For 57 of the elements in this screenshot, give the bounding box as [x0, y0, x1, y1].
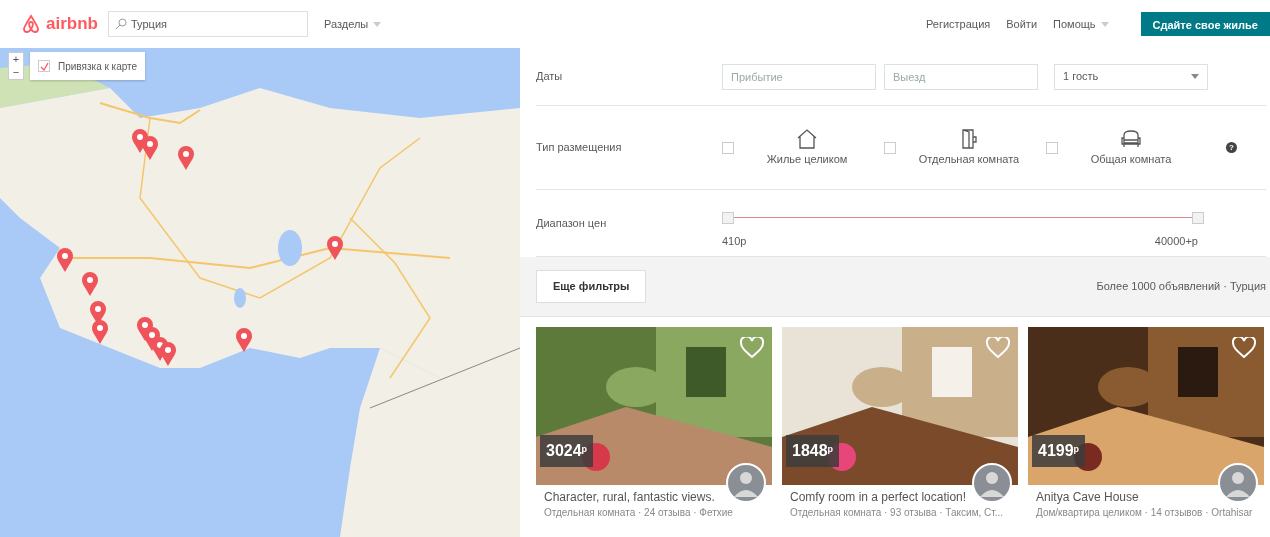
room-type-checkbox[interactable] [884, 141, 896, 154]
room-type-checkbox[interactable] [722, 141, 734, 154]
map-pin-icon[interactable] [327, 236, 343, 260]
listing-title[interactable]: Anitya Cave House [1036, 490, 1264, 505]
map-pin-icon[interactable] [178, 146, 194, 170]
listing-title[interactable]: Comfy room in a perfect location! [790, 490, 1018, 505]
room-type-label: Тип размещения [536, 140, 623, 156]
caret-icon [373, 22, 382, 28]
slider-thumb[interactable] [1192, 211, 1204, 224]
map-pin-icon[interactable] [236, 328, 252, 352]
guests-select[interactable]: 1 гость [1054, 63, 1208, 90]
dates-label: Даты [536, 69, 564, 85]
login-link[interactable]: Войти [1006, 15, 1038, 33]
min-price: 410р [722, 233, 747, 249]
max-price: 40000+р [1154, 233, 1198, 249]
checkin-field[interactable]: Прибытие [722, 63, 876, 90]
help-icon[interactable]: ? [1226, 142, 1237, 153]
room-type-label: Общая комната [1090, 152, 1172, 168]
register-link[interactable]: Регистрация [925, 15, 991, 33]
price-tag: 3024$^{р}$ [540, 435, 594, 467]
room-type-label: Жилье целиком [766, 152, 848, 168]
heart-icon[interactable] [1232, 337, 1256, 359]
room-type-label: Отдельная комната [918, 152, 1020, 168]
listing-title[interactable]: Character, rural, fantastic views. [544, 490, 772, 505]
caret-icon [1100, 22, 1109, 28]
logo-icon [20, 13, 42, 35]
avatar[interactable] [1218, 463, 1258, 503]
results-count: Более 1000 объявлений · Турция [1096, 279, 1266, 295]
sections-menu[interactable]: Разделы [324, 15, 382, 33]
price-range-label: Диапазон цен [536, 215, 608, 231]
slider-thumb[interactable] [722, 211, 734, 224]
snap-control[interactable]: Привязка к карте [30, 52, 146, 80]
price-tag: 1848$^{р}$ [786, 435, 840, 467]
more-filters-button[interactable]: Еще фильтры [536, 270, 647, 303]
avatar[interactable] [726, 463, 766, 503]
map-pin-icon[interactable] [57, 248, 73, 272]
checkout-field[interactable]: Выезд [884, 63, 1038, 90]
help-menu[interactable]: Помощь [1053, 15, 1109, 33]
snap-checkbox[interactable] [38, 60, 50, 72]
heart-icon[interactable] [740, 337, 764, 359]
search-icon [115, 18, 127, 30]
map-pin-icon[interactable] [82, 272, 98, 296]
listing-details: Отдельная комната · 24 отзыва · Фетхие [544, 507, 734, 518]
map-pin-icon[interactable] [92, 320, 108, 344]
house-icon [795, 127, 819, 152]
map-pin-icon[interactable] [142, 136, 158, 160]
price-tag: 4199$^{р}$ [1032, 435, 1086, 467]
room-type-checkbox[interactable] [1046, 141, 1058, 154]
host-button[interactable]: Сдайте свое жилье [1140, 12, 1270, 36]
avatar[interactable] [972, 463, 1012, 503]
snap-label: Привязка к карте [58, 59, 138, 74]
caret-icon [1191, 74, 1199, 79]
map-pin-icon[interactable] [160, 342, 176, 366]
search-field[interactable]: Турция [108, 11, 308, 37]
listing-details: Отдельная комната · 93 отзыва · Таксим, Ст... [790, 507, 1005, 518]
price-slider[interactable] [722, 210, 1204, 225]
listing-details: Дом/квартира целиком · 14 отзывов · Ortahisar [1036, 507, 1254, 518]
